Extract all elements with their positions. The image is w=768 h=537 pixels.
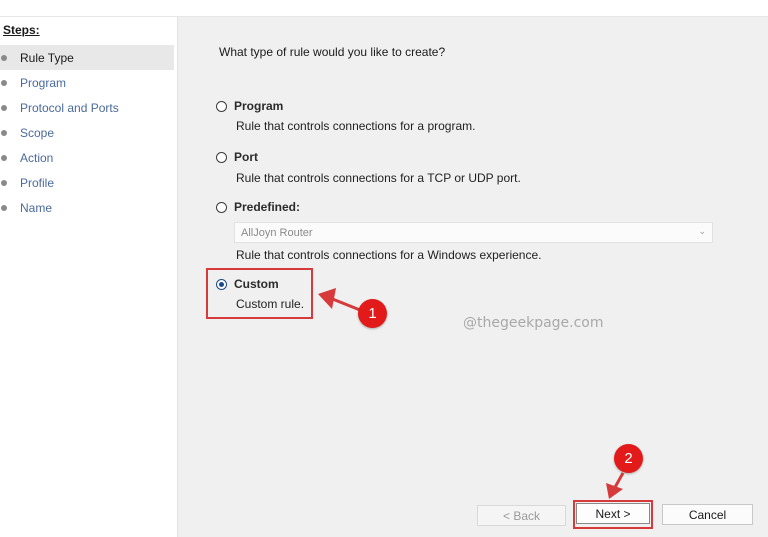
bullet-icon xyxy=(1,129,7,136)
step-rule-type[interactable]: Rule Type xyxy=(0,45,174,70)
bullet-icon xyxy=(1,79,7,86)
step-badge-1: 1 xyxy=(358,299,387,328)
steps-sidebar: Steps: Rule Type Program Protocol and Po… xyxy=(0,17,178,537)
bullet-icon xyxy=(1,179,7,186)
annotation-arrows xyxy=(318,288,625,499)
bullet-icon xyxy=(1,154,7,161)
bullet-icon xyxy=(1,204,7,211)
step-label: Action xyxy=(20,150,54,165)
rule-type-panel: What type of rule would you like to crea… xyxy=(178,17,768,537)
step-protocol-and-ports[interactable]: Protocol and Ports xyxy=(0,95,174,120)
step-action[interactable]: Action xyxy=(0,145,174,170)
arrow-to-next xyxy=(606,472,625,499)
step-label: Protocol and Ports xyxy=(20,100,119,115)
step-label: Profile xyxy=(20,175,55,190)
step-name[interactable]: Name xyxy=(0,195,174,220)
step-scope[interactable]: Scope xyxy=(0,120,174,145)
bullet-icon xyxy=(1,54,7,61)
step-label: Name xyxy=(20,200,53,215)
bullet-icon xyxy=(1,104,7,111)
step-profile[interactable]: Profile xyxy=(0,170,174,195)
steps-title: Steps: xyxy=(3,23,40,37)
step-badge-2: 2 xyxy=(614,444,643,473)
window-top-edge xyxy=(0,0,768,17)
step-label: Scope xyxy=(20,125,55,140)
arrow-to-custom xyxy=(318,288,361,312)
step-label: Rule Type xyxy=(20,50,74,65)
step-label: Program xyxy=(20,75,67,90)
step-program[interactable]: Program xyxy=(0,70,174,95)
